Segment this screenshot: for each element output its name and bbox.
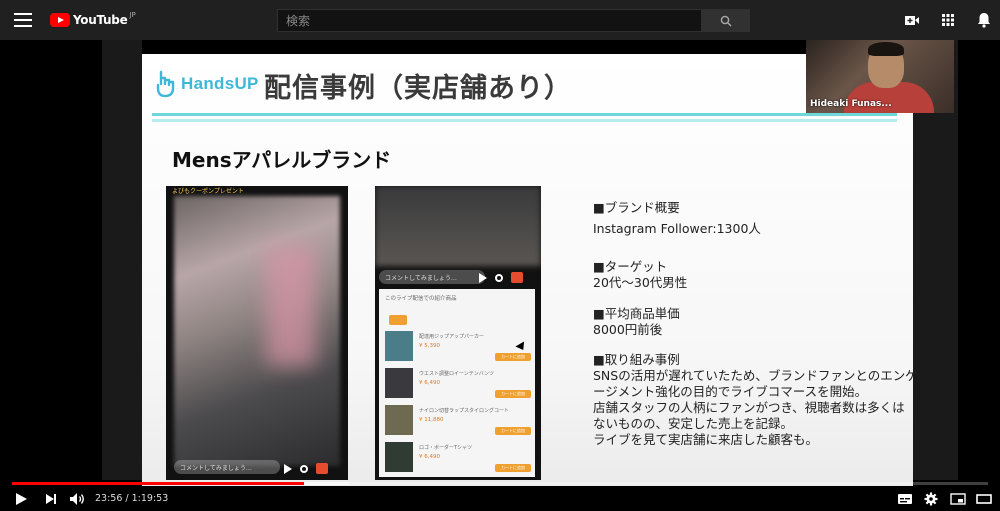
product-thumbnail: [385, 442, 413, 472]
play-icon: [284, 463, 292, 474]
product-name: 配達用ジップアップパーカー: [419, 334, 485, 340]
product-price: ¥ 6,490: [419, 380, 440, 386]
search-icon: [720, 15, 732, 27]
progress-bar[interactable]: [12, 482, 988, 485]
miniplayer-icon[interactable]: [950, 492, 966, 506]
section-title: Mensアパレルブランド: [172, 148, 392, 172]
share-icon: [495, 273, 503, 282]
slide-top-border: [142, 40, 806, 54]
phone-action-icons: [284, 463, 328, 474]
phone-action-icons: [479, 272, 523, 283]
product-price: ¥ 11,880: [419, 417, 444, 423]
product-name: ナイロン切替ラップスタイロングコート: [419, 408, 510, 414]
brand-overview-heading: ■ブランド概要: [593, 200, 680, 215]
add-to-cart-button: カートに追加: [495, 464, 531, 472]
target-heading: ■ターゲット: [593, 259, 668, 274]
notifications-bell-icon[interactable]: [975, 11, 993, 29]
comment-input: コメントしてみましょう…: [174, 460, 280, 474]
add-to-cart-button: カートに追加: [495, 427, 531, 435]
initiative-line: SNSの活用が遅れていたため、ブランドファンとのエンゲ: [593, 368, 918, 383]
avg-price-value: 8000円前後: [593, 322, 663, 337]
player-controls: 23:56 / 1:19:53: [0, 486, 1000, 511]
instagram-followers: Instagram Follower:1300人: [593, 221, 761, 236]
product-item: ロゴ・ボーダーTシャツ ¥ 6,490 カートに追加: [385, 442, 531, 474]
volume-icon[interactable]: [69, 492, 87, 506]
product-name: ウエスト調整ロイーンテンバンツ: [419, 371, 495, 377]
product-list-panel: このライブ配信での紹介商品 配達用ジップアップパーカー ¥ 5,390 カートに…: [379, 289, 535, 477]
search-button[interactable]: [702, 9, 750, 32]
settings-gear-icon[interactable]: [924, 492, 938, 506]
next-video-icon[interactable]: [44, 492, 58, 506]
subtitles-icon[interactable]: [897, 492, 913, 506]
create-video-icon[interactable]: [903, 11, 921, 29]
search-bar: [277, 9, 750, 32]
share-icon: [300, 464, 308, 473]
product-thumbnail: [385, 331, 413, 361]
cart-icon: [511, 272, 523, 283]
product-thumbnail: [385, 405, 413, 435]
product-price: ¥ 5,390: [419, 343, 440, 349]
product-thumbnail: [385, 368, 413, 398]
product-list-header: このライブ配信での紹介商品: [385, 296, 457, 302]
slide-title: 配信事例（実店舗あり）: [264, 73, 572, 104]
presenter-name: Hideaki Funas...: [810, 99, 892, 109]
search-input[interactable]: [277, 9, 702, 32]
handsup-logo: HandsUP: [155, 70, 259, 98]
blurred-live-video: [375, 186, 541, 266]
top-bar: YouTube JP: [0, 0, 1000, 40]
presenter-hair: [868, 42, 904, 56]
initiative-line: ライブを見て実店舗に来店した顧客も。: [593, 432, 819, 447]
phone-screenshot-live: よびもクーポンプレゼント コメントしてみましょう…: [166, 186, 348, 480]
progress-played: [12, 482, 305, 485]
logo-region: JP: [129, 11, 136, 19]
target-value: 20代～30代男性: [593, 275, 688, 290]
add-to-cart-button: カートに追加: [495, 390, 531, 398]
initiative-line: ないものの、安定した売上を記録。: [593, 416, 794, 431]
youtube-play-icon: [50, 13, 70, 27]
menu-icon[interactable]: [14, 13, 32, 27]
product-item: ナイロン切替ラップスタイロングコート ¥ 11,880 カートに追加: [385, 405, 531, 437]
apps-grid-icon[interactable]: [939, 11, 957, 29]
comment-input: コメントしてみましょう…: [379, 270, 485, 284]
hand-pointer-icon: [156, 70, 175, 98]
product-item: 配達用ジップアップパーカー ¥ 5,390 カートに追加: [385, 331, 531, 363]
logo-text: YouTube: [73, 13, 128, 27]
youtube-logo[interactable]: YouTube JP: [50, 11, 136, 29]
blurred-background-accent: [266, 246, 316, 366]
phone-caption: よびもクーポンプレゼント: [172, 188, 244, 195]
time-display: 23:56 / 1:19:53: [95, 493, 169, 504]
handsup-logo-text: HandsUP: [181, 74, 259, 93]
avg-price-heading: ■平均商品単価: [593, 306, 680, 321]
product-badge: [389, 315, 407, 325]
presenter-webcam: Hideaki Funas...: [806, 40, 954, 113]
product-item: ウエスト調整ロイーンテンバンツ ¥ 6,490 カートに追加: [385, 368, 531, 400]
title-divider: [152, 113, 897, 116]
product-price: ¥ 6,490: [419, 454, 440, 460]
play-icon: [479, 272, 487, 283]
add-to-cart-button: カートに追加: [495, 353, 531, 361]
initiative-line: 店舗スタッフの人柄にファンがつき、視聴者数は多くは: [593, 400, 905, 415]
phone-screenshot-products: コメントしてみましょう… このライブ配信での紹介商品 配達用ジップアップパーカー…: [375, 186, 541, 480]
theater-mode-icon[interactable]: [976, 492, 992, 506]
title-divider-light: [152, 119, 897, 122]
initiative-heading: ■取り組み事例: [593, 352, 680, 367]
initiative-line: ージメント強化の目的でライブコマースを開始。: [593, 384, 868, 399]
play-button-icon[interactable]: [14, 492, 28, 506]
product-name: ロゴ・ボーダーTシャツ: [419, 445, 473, 451]
cart-icon: [316, 463, 328, 474]
